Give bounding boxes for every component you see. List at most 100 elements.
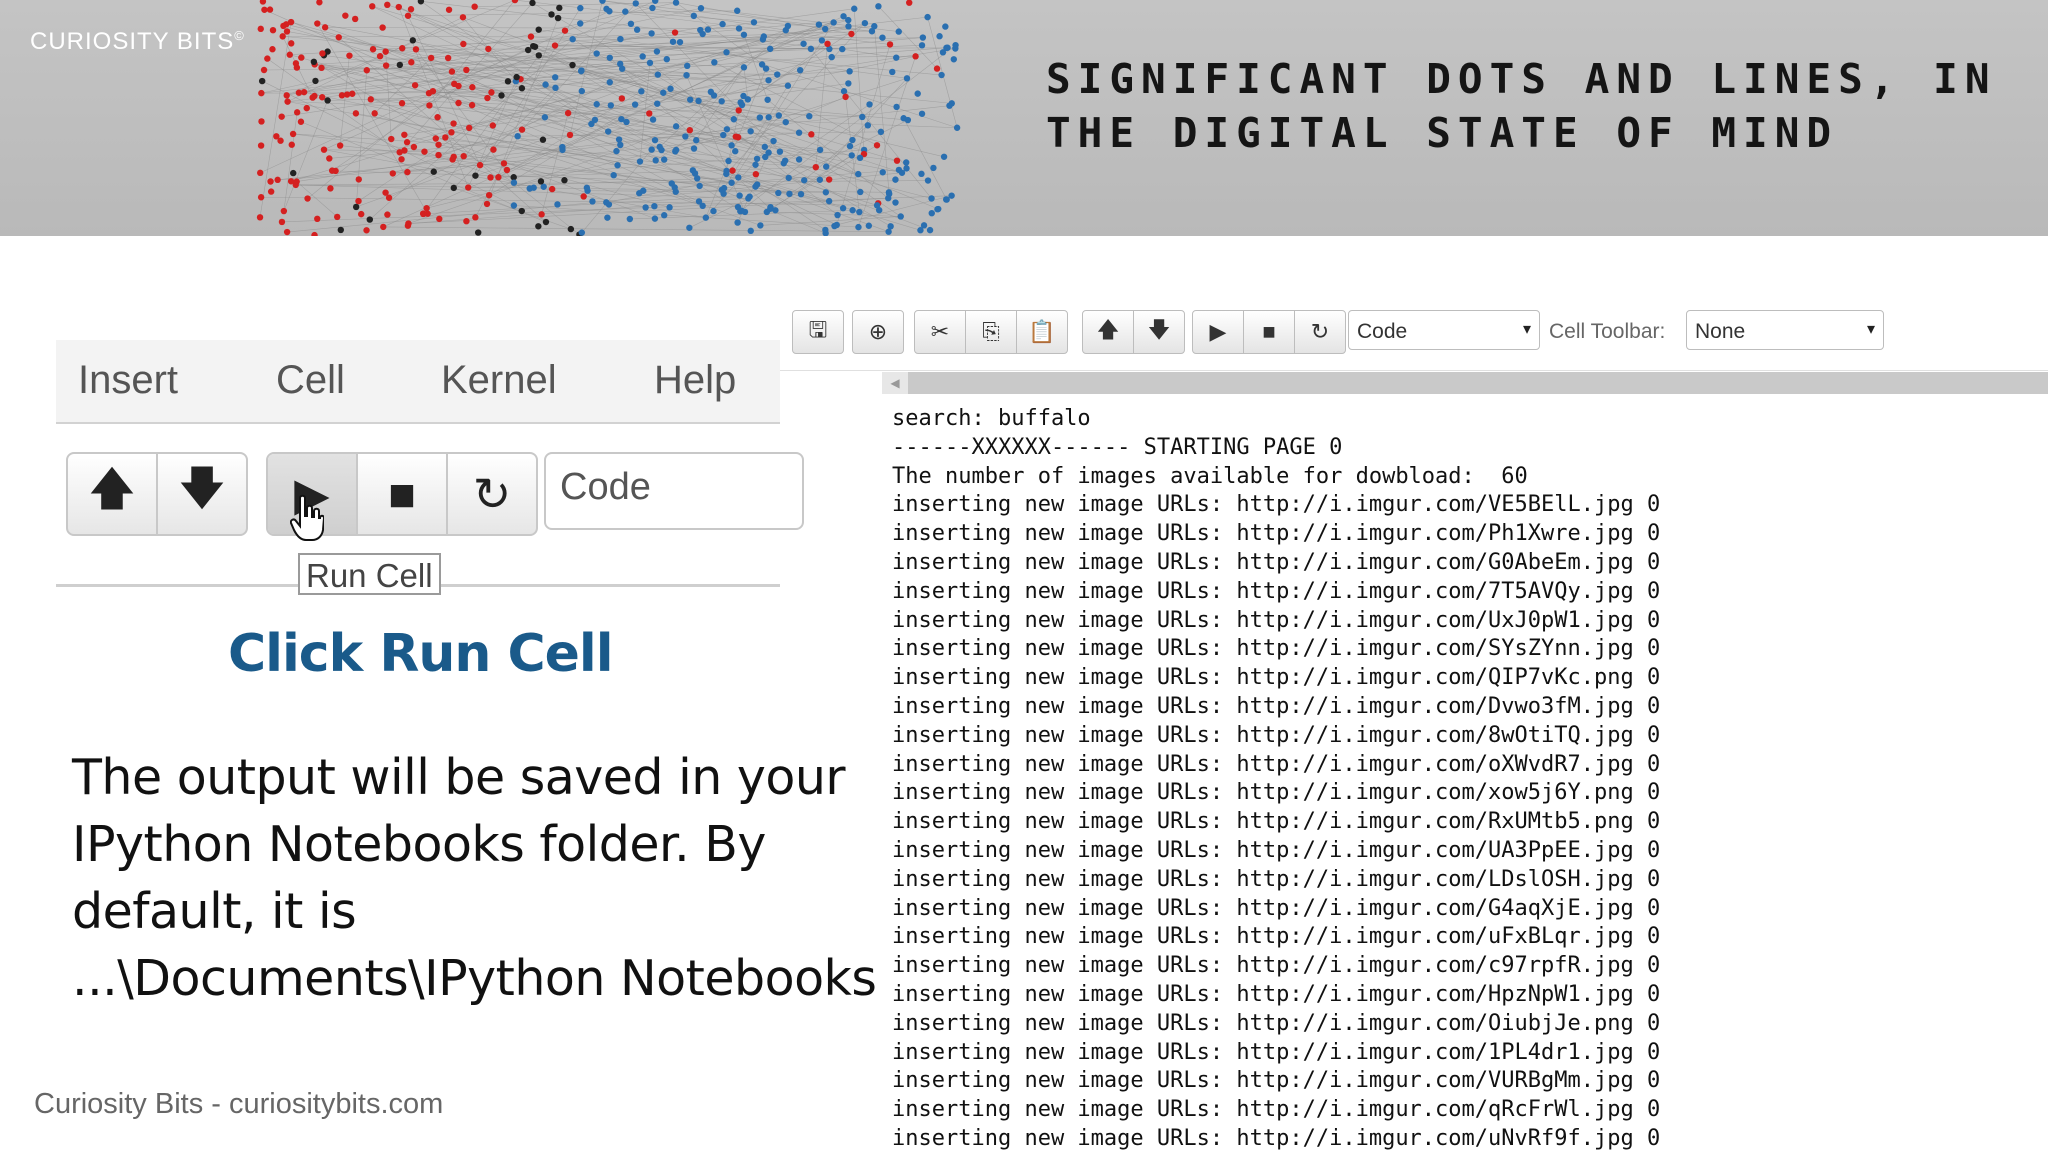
network-node	[420, 210, 427, 217]
network-node	[846, 68, 853, 75]
run-cell-button-small[interactable]: ▶	[1193, 311, 1244, 353]
header-banner: CURIOSITY BITS© SIGNIFICANT DOTS AND LIN…	[0, 0, 2048, 236]
network-node	[258, 77, 266, 85]
save-button[interactable]: 🖫	[793, 311, 843, 353]
network-node	[352, 110, 360, 117]
network-node	[897, 213, 904, 220]
network-node	[845, 80, 852, 87]
move-up-button-small[interactable]: 🡅	[1083, 311, 1134, 353]
network-node	[765, 114, 772, 121]
network-node	[548, 185, 556, 193]
network-node	[725, 157, 732, 165]
cell-type-select[interactable]: Code	[544, 452, 804, 530]
network-node	[940, 153, 948, 160]
output-line: inserting new image URLs: http://i.imgur…	[892, 578, 1661, 604]
network-node	[259, 0, 267, 5]
move-down-button[interactable]: 🡇	[158, 454, 246, 534]
copyright-mark: ©	[234, 28, 245, 43]
network-node	[690, 12, 698, 20]
network-node	[718, 98, 725, 105]
network-node	[388, 135, 395, 143]
network-node	[518, 85, 526, 92]
network-node	[459, 14, 467, 21]
menu-kernel[interactable]: Kernel	[441, 358, 557, 403]
network-node	[312, 77, 319, 85]
network-node	[732, 148, 739, 155]
network-node	[785, 174, 792, 182]
network-node	[283, 28, 291, 35]
network-node	[877, 128, 885, 136]
move-up-button[interactable]: 🡅	[68, 454, 158, 534]
network-node	[559, 143, 566, 151]
interrupt-kernel-button[interactable]: ■	[358, 454, 448, 534]
network-node	[316, 0, 323, 6]
network-node	[801, 177, 808, 184]
network-node	[671, 29, 679, 36]
output-line: inserting new image URLs: http://i.imgur…	[892, 981, 1661, 1007]
network-edge	[283, 112, 298, 212]
network-node	[723, 167, 730, 175]
move-down-button-small[interactable]: 🡇	[1134, 311, 1184, 353]
network-node	[369, 46, 377, 53]
network-node	[326, 155, 333, 162]
network-node	[765, 77, 772, 84]
network-node	[358, 210, 365, 218]
network-node	[723, 49, 730, 56]
cell-toolbar-dropdown[interactable]: None ▾	[1686, 310, 1884, 350]
network-node	[822, 189, 830, 196]
network-node	[352, 203, 360, 211]
network-edge	[810, 48, 932, 199]
network-node	[704, 26, 712, 33]
menu-help[interactable]: Help	[654, 358, 736, 403]
output-line: inserting new image URLs: http://i.imgur…	[892, 953, 1661, 979]
menu-insert[interactable]: Insert	[78, 358, 178, 403]
network-node	[524, 46, 532, 54]
output-line: inserting new image URLs: http://i.imgur…	[892, 607, 1661, 633]
cut-button[interactable]: ✂	[915, 311, 966, 353]
network-node	[355, 176, 362, 183]
scroll-left-icon[interactable]: ◀	[882, 372, 908, 394]
interrupt-button-small[interactable]: ■	[1244, 311, 1295, 353]
insert-cell-button[interactable]: ⊕	[853, 311, 903, 353]
cell-type-dropdown[interactable]: Code ▾	[1348, 310, 1540, 350]
network-node	[514, 132, 521, 140]
network-edge	[283, 100, 328, 212]
network-node	[489, 122, 497, 129]
network-node	[314, 215, 321, 223]
network-node	[795, 156, 803, 163]
copy-button[interactable]: ⎘	[966, 311, 1017, 353]
network-node	[292, 60, 300, 67]
move-group: 🡅 🡇	[1082, 310, 1185, 354]
menu-cell[interactable]: Cell	[276, 358, 345, 403]
network-node	[824, 40, 831, 48]
restart-button-small[interactable]: ↻	[1295, 311, 1345, 353]
network-node	[661, 212, 668, 219]
paste-button[interactable]: 📋	[1017, 311, 1067, 353]
network-node	[435, 141, 442, 148]
network-node	[613, 147, 620, 155]
network-node	[351, 15, 359, 23]
network-node	[450, 184, 457, 192]
network-node	[475, 229, 482, 236]
network-node	[561, 177, 568, 184]
network-node	[693, 175, 701, 182]
network-node	[903, 159, 910, 166]
toolbar-divider	[780, 370, 2048, 371]
network-node	[879, 169, 886, 176]
network-node	[363, 227, 370, 234]
network-node	[465, 184, 472, 191]
network-node	[885, 228, 892, 235]
network-node	[948, 192, 955, 199]
restart-kernel-button[interactable]: ↻	[448, 454, 536, 534]
network-node	[782, 118, 789, 126]
network-node	[535, 26, 542, 33]
network-node	[914, 90, 921, 97]
output-line: inserting new image URLs: http://i.imgur…	[892, 693, 1661, 719]
network-node	[728, 179, 735, 186]
network-node	[816, 176, 824, 183]
tagline-line-2: THE DIGITAL STATE OF MIND	[1046, 109, 1839, 157]
scissors-icon: ✂	[930, 319, 950, 344]
network-node	[797, 190, 805, 198]
horizontal-scrollbar[interactable]: ◀	[882, 372, 2048, 394]
network-node	[856, 208, 863, 216]
